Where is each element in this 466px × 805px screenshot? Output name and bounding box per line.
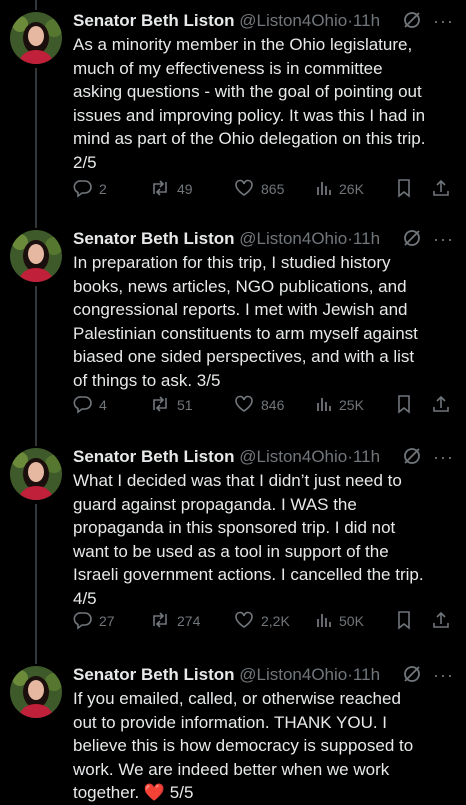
tweet-header: Senator Beth Liston @Liston4Ohio·11h ··· xyxy=(73,446,456,470)
views-icon xyxy=(315,178,339,201)
more-icon[interactable]: ··· xyxy=(433,664,454,686)
timestamp[interactable]: 11h xyxy=(353,447,380,466)
repost-button[interactable]: 49 xyxy=(149,176,193,202)
thread-line xyxy=(35,286,37,436)
avatar[interactable] xyxy=(10,448,62,500)
reply-button[interactable]: 2 xyxy=(73,176,107,202)
avatar[interactable] xyxy=(10,12,62,64)
thread-line xyxy=(35,0,37,10)
thread-line xyxy=(35,218,37,228)
reply-count: 4 xyxy=(99,397,107,413)
author-name[interactable]: Senator Beth Liston xyxy=(73,447,235,466)
timestamp[interactable]: 11h xyxy=(353,11,380,30)
timestamp[interactable]: 11h xyxy=(353,229,380,248)
repost-count: 49 xyxy=(177,181,193,197)
repost-button[interactable]: 51 xyxy=(149,392,193,418)
tweet-text: What I decided was that I didn’t just ne… xyxy=(73,471,424,608)
tweet-text-tail: 5/5 xyxy=(165,783,194,802)
author-handle[interactable]: @Liston4Ohio xyxy=(239,665,347,684)
more-icon[interactable]: ··· xyxy=(433,446,454,468)
repost-icon xyxy=(149,394,177,417)
bookmark-button[interactable] xyxy=(395,392,419,418)
author-handle[interactable]: @Liston4Ohio xyxy=(239,447,347,466)
thread-line xyxy=(35,68,37,218)
author-name[interactable]: Senator Beth Liston xyxy=(73,11,235,30)
author-name[interactable]: Senator Beth Liston xyxy=(73,229,235,248)
bookmark-button[interactable] xyxy=(395,608,419,634)
tweet-header: Senator Beth Liston @Liston4Ohio·11h ··· xyxy=(73,664,456,688)
reply-count: 27 xyxy=(99,613,115,629)
share-button[interactable] xyxy=(431,392,457,418)
bookmark-button[interactable] xyxy=(395,176,419,202)
bookmark-icon xyxy=(395,178,419,201)
views-button[interactable]: 26K xyxy=(315,176,364,202)
like-button[interactable]: 865 xyxy=(233,176,284,202)
repost-button[interactable]: 274 xyxy=(149,608,200,634)
thread-line xyxy=(35,504,37,654)
tweet-actions: 27 274 2,2K 50K xyxy=(73,608,456,634)
heart-emoji: ❤️ xyxy=(143,783,166,802)
thread-line xyxy=(35,436,37,446)
more-icon[interactable]: ··· xyxy=(433,10,454,32)
share-button[interactable] xyxy=(431,608,457,634)
views-count: 25K xyxy=(339,397,364,413)
share-button[interactable] xyxy=(431,176,457,202)
views-icon xyxy=(315,394,339,417)
repost-count: 51 xyxy=(177,397,193,413)
views-icon xyxy=(315,610,339,633)
tweet-actions: 2 49 865 26K xyxy=(73,176,456,202)
author-handle[interactable]: @Liston4Ohio xyxy=(239,229,347,248)
bookmark-icon xyxy=(395,610,419,633)
repost-count: 274 xyxy=(177,613,201,629)
share-icon xyxy=(431,394,457,417)
tweet-4-of-5[interactable]: Senator Beth Liston @Liston4Ohio·11h ···… xyxy=(0,436,466,654)
tweet-actions: 4 51 846 25K xyxy=(73,392,456,418)
tweet-2-of-5[interactable]: Senator Beth Liston @Liston4Ohio·11h ···… xyxy=(0,0,466,218)
views-button[interactable]: 25K xyxy=(315,392,364,418)
author-name[interactable]: Senator Beth Liston xyxy=(73,665,235,684)
like-button[interactable]: 846 xyxy=(233,392,284,418)
views-count: 26K xyxy=(339,181,364,197)
like-count: 846 xyxy=(261,397,285,413)
thread-line xyxy=(35,654,37,664)
bookmark-icon xyxy=(395,394,419,417)
tweet-5-of-5[interactable]: Senator Beth Liston @Liston4Ohio·11h ···… xyxy=(0,654,466,802)
tweet-text-main: If you emailed, called, or otherwise rea… xyxy=(73,689,414,802)
like-count: 2,2K xyxy=(261,613,290,629)
timestamp[interactable]: 11h xyxy=(353,665,380,684)
share-icon xyxy=(431,610,457,633)
tweet-thread: Senator Beth Liston @Liston4Ohio·11h ···… xyxy=(0,0,466,802)
reply-icon xyxy=(73,178,99,201)
tweet-text: If you emailed, called, or otherwise rea… xyxy=(73,687,459,805)
more-icon[interactable]: ··· xyxy=(433,228,454,250)
tweet-header: Senator Beth Liston @Liston4Ohio·11h ··· xyxy=(73,10,456,34)
avatar[interactable] xyxy=(10,230,62,282)
repost-icon xyxy=(149,178,177,201)
author-handle[interactable]: @Liston4Ohio xyxy=(239,11,347,30)
like-count: 865 xyxy=(261,181,285,197)
avatar[interactable] xyxy=(10,666,62,718)
tweet-text: As a minority member in the Ohio legisla… xyxy=(73,35,426,172)
views-button[interactable]: 50K xyxy=(315,608,364,634)
share-icon xyxy=(431,178,457,201)
tweet-header: Senator Beth Liston @Liston4Ohio·11h ··· xyxy=(73,228,456,252)
views-count: 50K xyxy=(339,613,364,629)
reply-count: 2 xyxy=(99,181,107,197)
reply-icon xyxy=(73,394,99,417)
heart-icon xyxy=(233,178,261,201)
heart-icon xyxy=(233,610,261,633)
repost-icon xyxy=(149,610,177,633)
heart-icon xyxy=(233,394,261,417)
reply-icon xyxy=(73,610,99,633)
tweet-text: In preparation for this trip, I studied … xyxy=(73,253,418,390)
reply-button[interactable]: 27 xyxy=(73,608,115,634)
reply-button[interactable]: 4 xyxy=(73,392,107,418)
like-button[interactable]: 2,2K xyxy=(233,608,290,634)
tweet-3-of-5[interactable]: Senator Beth Liston @Liston4Ohio·11h ···… xyxy=(0,218,466,436)
